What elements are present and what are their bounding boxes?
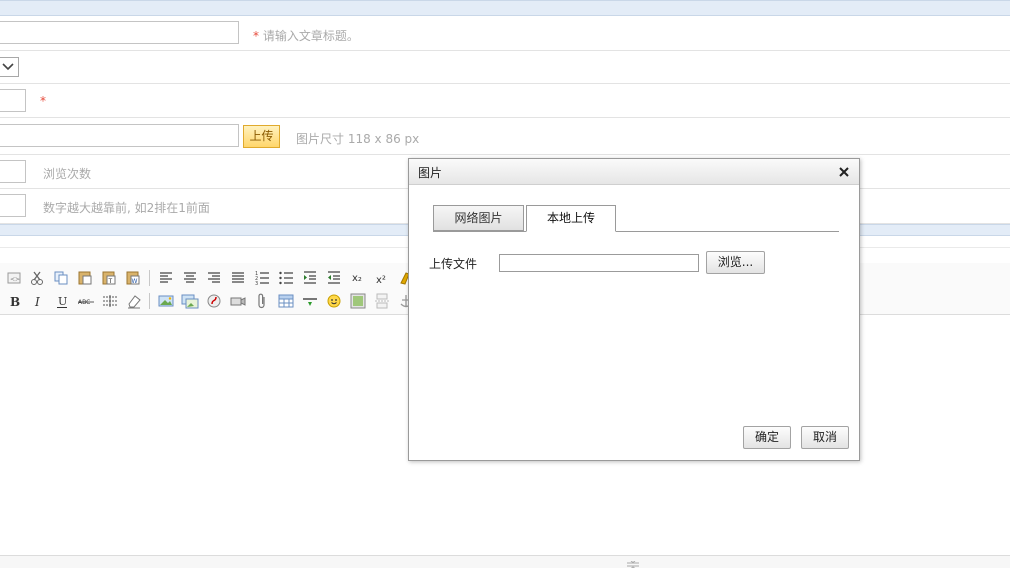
svg-text:ABC: ABC: [78, 299, 90, 306]
svg-text:x²: x²: [376, 275, 386, 286]
views-hint: 浏览次数: [43, 167, 92, 181]
svg-text:U: U: [58, 295, 67, 308]
cancel-button[interactable]: 取消: [801, 426, 849, 449]
title-hint: * 请输入文章标题。: [253, 27, 359, 44]
tab-local-upload[interactable]: 本地上传: [526, 205, 616, 232]
upload-image-button[interactable]: 上传: [243, 125, 280, 148]
align-right-icon[interactable]: [205, 269, 223, 287]
table-icon[interactable]: [277, 292, 295, 310]
article-editor-page: * 请输入文章标题。 * 上传 图片尺寸 118 x 86 px 浏览次数 数字…: [0, 0, 1010, 568]
toolbar-separator: [149, 270, 150, 286]
title-required-star: *: [253, 29, 259, 43]
title-input[interactable]: [0, 21, 239, 44]
underline-icon[interactable]: U: [53, 292, 71, 310]
bold-icon[interactable]: B: [5, 292, 23, 310]
browse-button[interactable]: 浏览...: [706, 251, 765, 274]
chevron-down-icon: [2, 63, 14, 71]
dialog-title: 图片: [418, 166, 443, 180]
outdent-icon[interactable]: [325, 269, 343, 287]
unordered-list-icon[interactable]: [277, 269, 295, 287]
top-section-band: [0, 0, 1010, 16]
tab-network-image[interactable]: 网络图片: [433, 205, 524, 231]
paste-word-icon[interactable]: W: [124, 269, 142, 287]
dialog-header: 图片: [409, 159, 859, 185]
attachment-icon[interactable]: [253, 292, 271, 310]
category-row: [0, 51, 1010, 84]
indent-icon[interactable]: [301, 269, 319, 287]
views-input[interactable]: [0, 160, 26, 183]
svg-text:I: I: [34, 295, 40, 309]
image-size-hint: 图片尺寸 118 x 86 px: [296, 132, 420, 146]
svg-text:3: 3: [255, 281, 258, 287]
image-path-input[interactable]: [0, 124, 239, 147]
copy-icon[interactable]: [52, 269, 70, 287]
editor-statusbar: [0, 555, 1010, 568]
align-left-icon[interactable]: [157, 269, 175, 287]
tab-baseline: [433, 231, 839, 232]
sort-required-star: *: [40, 94, 46, 108]
sort-input[interactable]: [0, 89, 26, 112]
image-gallery-icon[interactable]: [349, 292, 367, 310]
paste-icon[interactable]: [76, 269, 94, 287]
svg-text:B: B: [10, 295, 20, 309]
subscript-icon[interactable]: x₂: [349, 269, 367, 287]
italic-icon[interactable]: I: [29, 292, 47, 310]
svg-text:≺≻: ≺≻: [10, 276, 20, 283]
page-break-icon[interactable]: [373, 292, 391, 310]
cut-icon[interactable]: [28, 269, 46, 287]
ordered-list-icon[interactable]: 123: [253, 269, 271, 287]
toolbar-separator: [149, 293, 150, 309]
media-icon[interactable]: [229, 292, 247, 310]
svg-text:x₂: x₂: [352, 273, 362, 284]
ok-button[interactable]: 确定: [743, 426, 791, 449]
image-dialog: 图片 网络图片 本地上传 上传文件 浏览... 确定 取消: [408, 158, 860, 461]
emoticon-icon[interactable]: [325, 292, 343, 310]
superscript-icon[interactable]: x²: [373, 269, 391, 287]
category-select[interactable]: [0, 57, 19, 77]
flash-icon[interactable]: [205, 292, 223, 310]
upload-file-label: 上传文件: [429, 257, 478, 271]
order-hint: 数字越大越靠前, 如2排在1前面: [43, 201, 210, 215]
source-icon[interactable]: ≺≻: [5, 269, 23, 287]
title-hint-text: 请输入文章标题。: [262, 29, 359, 43]
paste-text-icon[interactable]: T: [100, 269, 118, 287]
strikethrough-icon[interactable]: ABC: [77, 292, 95, 310]
eraser-icon[interactable]: [125, 292, 143, 310]
resize-grip-icon[interactable]: [626, 558, 640, 568]
svg-text:T: T: [108, 278, 113, 285]
svg-text:W: W: [132, 278, 138, 285]
insert-image-icon[interactable]: [157, 292, 175, 310]
align-center-icon[interactable]: [181, 269, 199, 287]
file-path-input[interactable]: [499, 254, 699, 272]
line-height-icon[interactable]: [101, 292, 119, 310]
justify-icon[interactable]: [229, 269, 247, 287]
order-input[interactable]: [0, 194, 26, 217]
multi-image-icon[interactable]: [181, 292, 199, 310]
sort-row: [0, 84, 1010, 118]
horizontal-rule-icon[interactable]: [301, 292, 319, 310]
close-icon[interactable]: [837, 165, 851, 179]
